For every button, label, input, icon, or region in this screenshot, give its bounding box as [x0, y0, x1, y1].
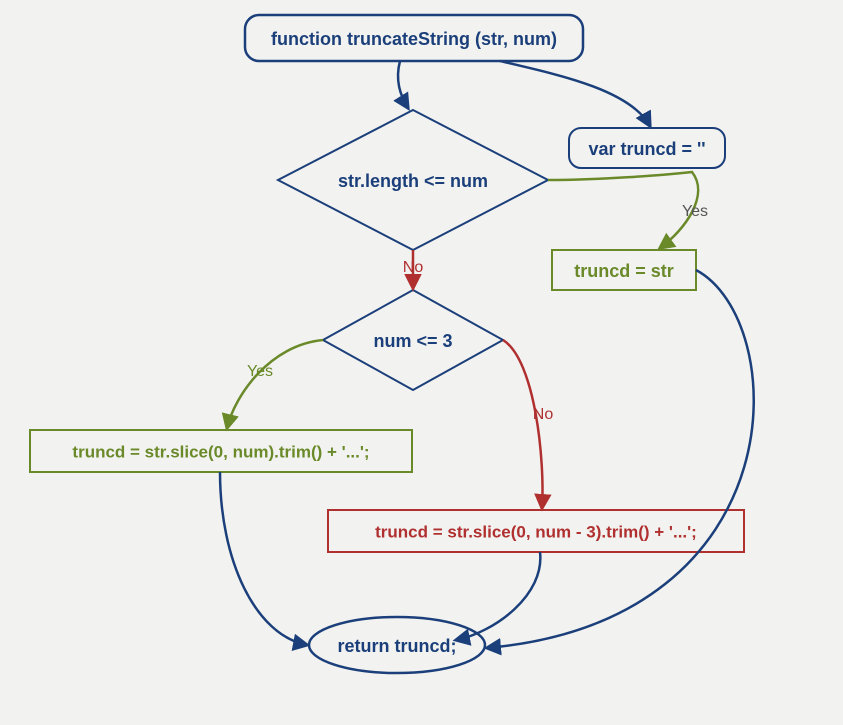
- edge-cond1-no-label: No: [403, 259, 424, 276]
- cond2-node: num <= 3: [323, 290, 503, 390]
- edge-assign3-to-return: [456, 552, 540, 640]
- cond1-node: str.length <= num: [278, 110, 548, 250]
- cond1-label: str.length <= num: [338, 171, 488, 191]
- assign2-label: truncd = str.slice(0, num).trim() + '...…: [72, 442, 369, 461]
- cond2-label: num <= 3: [373, 331, 452, 351]
- assign1-node: truncd = str: [552, 250, 696, 290]
- assign2-node: truncd = str.slice(0, num).trim() + '...…: [30, 430, 412, 472]
- var-decl-label: var truncd = '': [588, 139, 705, 159]
- edge-cond2-no: [503, 340, 543, 508]
- edge-assign1-to-return: [487, 270, 754, 648]
- edge-cond2-no-label: No: [533, 406, 554, 423]
- edge-start-to-cond1: [398, 61, 408, 108]
- start-node: function truncateString (str, num): [245, 15, 583, 61]
- edge-cond2-yes-label: Yes: [247, 363, 273, 380]
- assign3-label: truncd = str.slice(0, num - 3).trim() + …: [375, 522, 697, 541]
- var-decl-node: var truncd = '': [569, 128, 725, 168]
- assign3-node: truncd = str.slice(0, num - 3).trim() + …: [328, 510, 744, 552]
- edge-cond1-yes: [548, 172, 698, 248]
- edge-cond1-yes-label: Yes: [682, 203, 708, 220]
- edge-start-to-vardecl: [500, 61, 650, 126]
- edge-assign2-to-return: [220, 472, 307, 645]
- start-node-label: function truncateString (str, num): [271, 29, 557, 49]
- edge-cond2-yes: [227, 340, 323, 428]
- assign1-label: truncd = str: [574, 261, 674, 281]
- return-label: return truncd;: [338, 636, 457, 656]
- return-node: return truncd;: [309, 617, 485, 673]
